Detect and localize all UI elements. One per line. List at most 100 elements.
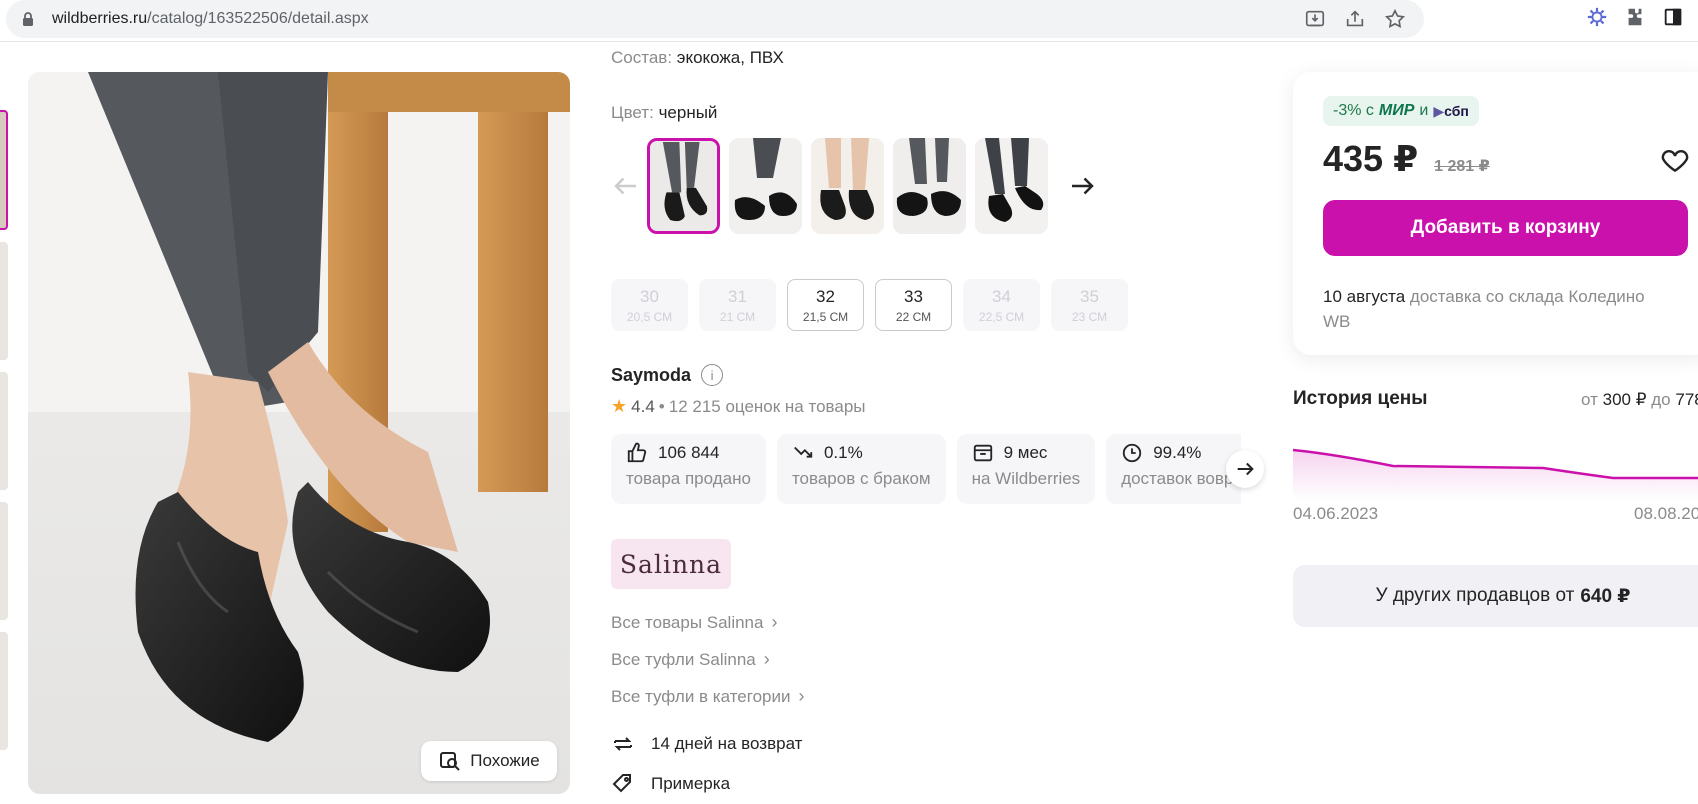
brand-link-label: Все туфли Salinna (611, 649, 756, 669)
thumbnail-item[interactable] (0, 502, 8, 620)
price-block: 435 ₽ 1 281 ₽ (1323, 138, 1490, 180)
add-to-cart-button[interactable]: Добавить в корзину (1323, 200, 1688, 256)
size-option[interactable]: 31 21 СМ (699, 279, 776, 331)
shoes-photo-illustration (28, 72, 570, 794)
extensions-puzzle-icon[interactable] (1624, 6, 1646, 28)
stat-card: 0.1% товаров с браком (776, 434, 946, 504)
size-number: 33 (904, 286, 923, 306)
color-value: черный (658, 103, 718, 122)
feature-return[interactable]: 14 дней на возврат (611, 724, 802, 764)
lock-icon[interactable] (20, 11, 36, 27)
rating-value: 4.4 (631, 396, 655, 416)
size-cm: 22,5 СМ (978, 309, 1025, 324)
variant-thumbnail-image (893, 138, 966, 234)
stat-card: 99.4% доставок вовремя (1106, 434, 1241, 504)
side-panel-icon[interactable] (1662, 6, 1684, 28)
composition-label: Состав: (611, 48, 673, 67)
address-bar[interactable]: wildberries.ru/catalog/163522506/detail.… (6, 0, 1424, 38)
color-variant[interactable] (811, 138, 884, 234)
rating-separator: • (658, 396, 665, 416)
seller-name[interactable]: Saymoda (611, 365, 691, 386)
product-main-photo[interactable] (28, 72, 570, 794)
feature-label: Примерка (651, 774, 731, 793)
stat-label: товаров с браком (791, 469, 931, 488)
size-option[interactable]: 35 23 СМ (1051, 279, 1128, 331)
arrow-left-icon[interactable] (611, 171, 641, 201)
feature-fitting[interactable]: Примерка (611, 764, 802, 804)
sbp-logo: ▶сбп (1433, 102, 1469, 119)
promo-and: и (1419, 102, 1429, 119)
color-variants-carousel (611, 138, 1097, 234)
features-list: 14 дней на возврат Примерка (611, 724, 802, 804)
chevron-right-icon: › (763, 649, 770, 669)
seller-stats: 106 844 товара продано 0.1% товаров с бр… (611, 434, 1241, 504)
brand-link[interactable]: Все туфли Salinna › (611, 641, 804, 678)
composition-value: экокожа, ПВХ (676, 48, 784, 67)
seller-row: Saymoda i (611, 364, 724, 386)
old-price: 1 281 ₽ (1434, 158, 1490, 175)
brand-link[interactable]: Все товары Salinna › (611, 604, 804, 641)
thumbnail-strip (0, 110, 8, 762)
thumbs-up-icon (627, 442, 647, 463)
extension-gear-icon[interactable] (1586, 6, 1608, 28)
brand-link-label: Все товары Salinna (611, 612, 764, 632)
stat-value: 99.4% (1153, 443, 1202, 462)
reviews-count[interactable]: 12 215 оценок на товары (669, 397, 866, 417)
star-icon: ★ (611, 396, 628, 416)
trend-down-icon (794, 446, 813, 458)
similar-label: Похожие (470, 751, 540, 770)
install-app-icon[interactable] (1304, 8, 1326, 30)
size-option[interactable]: 33 22 СМ (875, 279, 952, 331)
payment-promo-badge[interactable]: -3% с МИР и ▶сбп (1323, 96, 1479, 126)
variant-thumbnail-image (975, 138, 1048, 234)
color-row: Цвет: черный (611, 103, 717, 123)
url-text[interactable]: wildberries.ru/catalog/163522506/detail.… (52, 10, 369, 28)
color-variant[interactable] (975, 138, 1048, 234)
clock-icon (1123, 443, 1142, 463)
stat-value: 106 844 (658, 443, 720, 462)
stat-label: на Wildberries (971, 469, 1081, 488)
other-sellers-button[interactable]: У других продавцов от 640 ₽ (1293, 565, 1698, 627)
feature-label: 14 дней на возврат (651, 734, 803, 753)
promo-discount: -3% с (1333, 102, 1374, 119)
seller-rating: ★ 4.4 • 12 215 оценок на товары (611, 396, 866, 417)
size-number: 30 (640, 286, 659, 306)
thumbnail-item[interactable] (0, 372, 8, 490)
price-card: -3% с МИР и ▶сбп 435 ₽ 1 281 ₽ Добавить … (1293, 72, 1698, 355)
variant-thumbnail-image (811, 138, 884, 234)
arrow-right-icon[interactable] (1067, 171, 1097, 201)
search-similar-icon (440, 752, 461, 771)
price-history-header: История цены от 300 ₽ до 778 ₽ (1293, 388, 1698, 410)
bookmark-star-icon[interactable] (1384, 8, 1406, 30)
thumbnail-item[interactable] (0, 242, 8, 360)
size-option[interactable]: 34 22,5 СМ (963, 279, 1040, 331)
thumbnail-item[interactable] (0, 110, 8, 230)
color-variant[interactable] (729, 138, 802, 234)
chevron-right-icon: › (798, 686, 805, 706)
heart-icon[interactable] (1659, 144, 1691, 176)
info-icon[interactable]: i (701, 364, 724, 386)
size-number: 32 (816, 286, 835, 306)
composition-row: Состав: экокожа, ПВХ (611, 48, 784, 68)
share-icon[interactable] (1344, 8, 1366, 30)
size-option[interactable]: 30 20,5 СМ (611, 279, 688, 331)
size-cm: 22 СМ (895, 309, 932, 324)
similar-button[interactable]: Похожие (421, 741, 557, 781)
color-variant[interactable] (647, 138, 720, 234)
current-price: 435 ₽ (1323, 138, 1419, 179)
color-variant[interactable] (893, 138, 966, 234)
brand-link[interactable]: Все туфли в категории › (611, 678, 804, 715)
size-option[interactable]: 32 21,5 СМ (787, 279, 864, 331)
size-cm: 23 СМ (1071, 309, 1108, 324)
store-icon (973, 444, 992, 462)
price-history-chart[interactable] (1293, 440, 1698, 500)
delivery-date: 10 августа (1323, 287, 1406, 306)
stats-next-button[interactable] (1226, 450, 1264, 488)
size-number: 35 (1080, 286, 1099, 306)
brand-links: Все товары Salinna › Все туфли Salinna › В… (611, 604, 804, 715)
size-cm: 21,5 СМ (802, 309, 849, 324)
variant-thumbnail-image (729, 138, 802, 234)
chevron-right-icon: › (771, 612, 778, 632)
brand-logo[interactable]: Salinna (611, 539, 731, 589)
thumbnail-item[interactable] (0, 632, 8, 750)
